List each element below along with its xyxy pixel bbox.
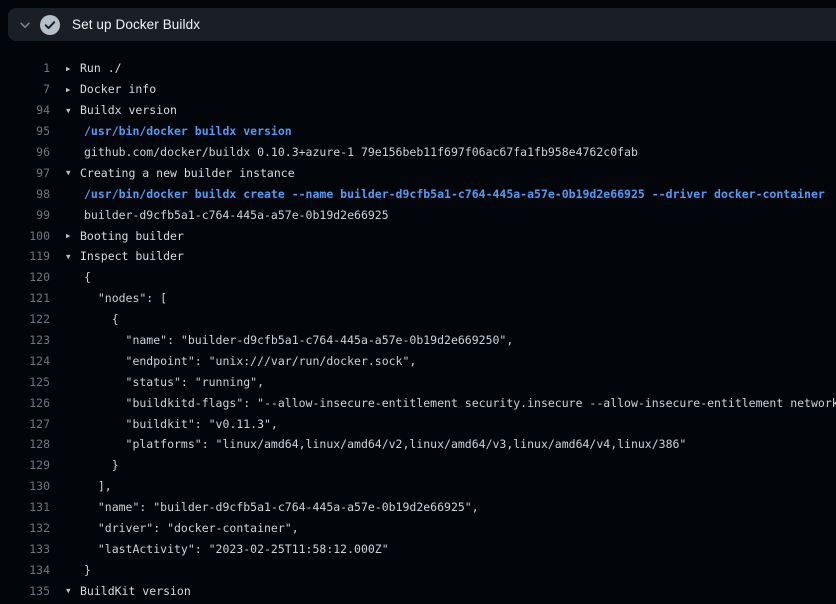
chevron-expanded-icon[interactable]: ▼ xyxy=(66,106,80,115)
line-number[interactable]: 98 xyxy=(0,187,50,201)
output-text: "buildkit": "v0.11.3", xyxy=(84,417,278,431)
log-group-toggle[interactable]: ▼Inspect builder xyxy=(66,249,184,263)
check-circle-icon xyxy=(40,15,60,35)
line-number[interactable]: 127 xyxy=(0,417,50,431)
log-output: 1 ▶Run ./ 7 ▶Docker info 94 ▼Buildx vers… xyxy=(0,41,836,604)
log-line: 96 github.com/docker/buildx 0.10.3+azure… xyxy=(0,142,836,163)
line-number[interactable]: 134 xyxy=(0,563,50,577)
output-text: "platforms": "linux/amd64,linux/amd64/v2… xyxy=(84,437,686,451)
log-line: 126 "buildkitd-flags": "--allow-insecure… xyxy=(0,392,836,413)
log-group-line: 100 ▶Booting builder xyxy=(0,225,836,246)
log-line: 130 ], xyxy=(0,476,836,497)
log-group-toggle[interactable]: ▼Creating a new builder instance xyxy=(66,166,295,180)
log-line: 98 /usr/bin/docker buildx create --name … xyxy=(0,183,836,204)
line-number[interactable]: 120 xyxy=(0,270,50,284)
log-group-toggle[interactable]: ▼BuildKit version xyxy=(66,584,191,598)
group-title: Creating a new builder instance xyxy=(80,166,295,180)
line-number[interactable]: 119 xyxy=(0,249,50,263)
group-title: Run ./ xyxy=(80,61,122,75)
log-line: 120 { xyxy=(0,267,836,288)
line-number[interactable]: 123 xyxy=(0,333,50,347)
log-group-toggle[interactable]: ▶Docker info xyxy=(66,82,156,96)
chevron-collapsed-icon[interactable]: ▶ xyxy=(66,64,80,73)
output-text: { xyxy=(84,312,119,326)
log-group-line: 119 ▼Inspect builder xyxy=(0,246,836,267)
log-line: 121 "nodes": [ xyxy=(0,288,836,309)
log-line: 122 { xyxy=(0,309,836,330)
group-title: Buildx version xyxy=(80,103,177,117)
output-text: "nodes": [ xyxy=(84,291,167,305)
step-title: Set up Docker Buildx xyxy=(72,17,200,32)
log-group-line: 94 ▼Buildx version xyxy=(0,100,836,121)
line-number[interactable]: 95 xyxy=(0,124,50,138)
line-number[interactable]: 135 xyxy=(0,584,50,598)
line-number[interactable]: 124 xyxy=(0,354,50,368)
output-text: "name": "builder-d9cfb5a1-c764-445a-a57e… xyxy=(84,500,479,514)
log-line: 123 "name": "builder-d9cfb5a1-c764-445a-… xyxy=(0,330,836,351)
output-text: "driver": "docker-container", xyxy=(84,521,299,535)
line-number[interactable]: 128 xyxy=(0,437,50,451)
log-line: 125 "status": "running", xyxy=(0,371,836,392)
command-text: /usr/bin/docker buildx create --name bui… xyxy=(84,187,825,201)
log-group-line: 97 ▼Creating a new builder instance xyxy=(0,162,836,183)
command-text: /usr/bin/docker buildx version xyxy=(84,124,292,138)
line-number[interactable]: 1 xyxy=(0,61,50,75)
output-text: builder-d9cfb5a1-c764-445a-a57e-0b19d2e6… xyxy=(84,208,389,222)
output-text: "buildkitd-flags": "--allow-insecure-ent… xyxy=(84,396,836,410)
output-text: } xyxy=(84,458,119,472)
output-text: "name": "builder-d9cfb5a1-c764-445a-a57e… xyxy=(84,333,513,347)
output-text: "status": "running", xyxy=(84,375,264,389)
chevron-expanded-icon[interactable]: ▼ xyxy=(66,586,80,595)
line-number[interactable]: 99 xyxy=(0,208,50,222)
output-text: } xyxy=(84,563,91,577)
log-line: 129 } xyxy=(0,455,836,476)
log-line: 127 "buildkit": "v0.11.3", xyxy=(0,413,836,434)
log-group-toggle[interactable]: ▼Buildx version xyxy=(66,103,177,117)
line-number[interactable]: 122 xyxy=(0,312,50,326)
line-number[interactable]: 125 xyxy=(0,375,50,389)
line-number[interactable]: 94 xyxy=(0,103,50,117)
line-number[interactable]: 100 xyxy=(0,229,50,243)
log-line: 128 "platforms": "linux/amd64,linux/amd6… xyxy=(0,434,836,455)
chevron-down-icon[interactable] xyxy=(17,17,33,33)
log-line: 95 /usr/bin/docker buildx version xyxy=(0,121,836,142)
output-text: ], xyxy=(84,479,112,493)
log-group-line: 7 ▶Docker info xyxy=(0,79,836,100)
output-text: github.com/docker/buildx 0.10.3+azure-1 … xyxy=(84,145,638,159)
output-text: "endpoint": "unix:///var/run/docker.sock… xyxy=(84,354,416,368)
log-line: 134 } xyxy=(0,559,836,580)
line-number[interactable]: 131 xyxy=(0,500,50,514)
group-title: BuildKit version xyxy=(80,584,191,598)
group-title: Booting builder xyxy=(80,229,184,243)
log-line: 133 "lastActivity": "2023-02-25T11:58:12… xyxy=(0,538,836,559)
line-number[interactable]: 132 xyxy=(0,521,50,535)
line-number[interactable]: 126 xyxy=(0,396,50,410)
line-number[interactable]: 121 xyxy=(0,291,50,305)
log-line: 132 "driver": "docker-container", xyxy=(0,518,836,539)
step-header[interactable]: Set up Docker Buildx xyxy=(8,8,836,41)
line-number[interactable]: 97 xyxy=(0,166,50,180)
log-group-line: 1 ▶Run ./ xyxy=(0,58,836,79)
chevron-expanded-icon[interactable]: ▼ xyxy=(66,168,80,177)
log-group-toggle[interactable]: ▶Booting builder xyxy=(66,229,184,243)
line-number[interactable]: 7 xyxy=(0,82,50,96)
chevron-expanded-icon[interactable]: ▼ xyxy=(66,252,80,261)
output-text: { xyxy=(84,270,91,284)
line-number[interactable]: 130 xyxy=(0,479,50,493)
log-group-toggle[interactable]: ▶Run ./ xyxy=(66,61,122,75)
chevron-collapsed-icon[interactable]: ▶ xyxy=(66,85,80,94)
line-number[interactable]: 129 xyxy=(0,458,50,472)
group-title: Docker info xyxy=(80,82,156,96)
output-text: "lastActivity": "2023-02-25T11:58:12.000… xyxy=(84,542,389,556)
log-line: 99 builder-d9cfb5a1-c764-445a-a57e-0b19d… xyxy=(0,204,836,225)
chevron-collapsed-icon[interactable]: ▶ xyxy=(66,231,80,240)
group-title: Inspect builder xyxy=(80,249,184,263)
log-line: 124 "endpoint": "unix:///var/run/docker.… xyxy=(0,350,836,371)
line-number[interactable]: 96 xyxy=(0,145,50,159)
log-group-line: 135 ▼BuildKit version xyxy=(0,580,836,601)
line-number[interactable]: 133 xyxy=(0,542,50,556)
log-line: 131 "name": "builder-d9cfb5a1-c764-445a-… xyxy=(0,497,836,518)
